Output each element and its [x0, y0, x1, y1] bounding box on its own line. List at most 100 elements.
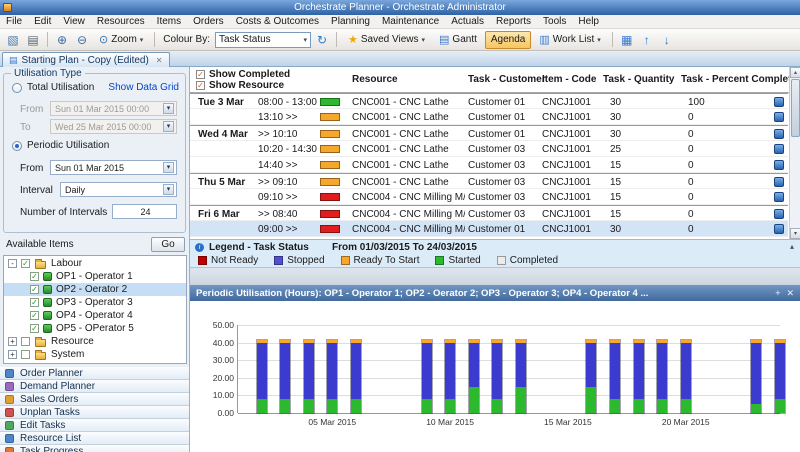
task-row[interactable]: Wed 4 Mar>> 10:10CNC001 - CNC LatheCusto… — [190, 125, 788, 141]
menu-items[interactable]: Items — [151, 15, 187, 28]
task-row[interactable]: Tue 3 Mar08:00 - 13:00CNC001 - CNC Lathe… — [190, 93, 788, 109]
tree-item-op1-operator-1[interactable]: ✓OP1 - Operator 1 — [4, 270, 186, 283]
nav-unplan-tasks[interactable]: Unplan Tasks — [0, 406, 189, 419]
utilisation-bar[interactable] — [681, 340, 691, 413]
print-icon[interactable]: ▤ — [24, 31, 42, 49]
tree-checkbox[interactable]: ✓ — [30, 272, 39, 281]
menu-reports[interactable]: Reports — [490, 15, 537, 28]
layout-icon[interactable]: ▦ — [618, 31, 636, 49]
task-row[interactable]: Fri 6 Mar>> 08:40CNC004 - CNC Milling M/… — [190, 205, 788, 221]
tree-item-resource[interactable]: +Resource — [4, 335, 186, 348]
tree-checkbox[interactable]: ✓ — [21, 259, 30, 268]
total-utilisation-radio[interactable] — [12, 83, 22, 93]
menu-file[interactable]: File — [0, 15, 28, 28]
task-row[interactable]: 09:10 >>CNC004 - CNC Milling M/CCustomer… — [190, 189, 788, 205]
gantt-button[interactable]: ▤Gantt — [433, 31, 483, 49]
chart-close-icon[interactable]: ✕ — [786, 288, 794, 299]
tree-item-op2-oerator-2[interactable]: ✓OP2 - Oerator 2 — [4, 283, 186, 296]
grid-scrollbar[interactable]: ▴ ▾ — [789, 67, 800, 239]
utilisation-bar[interactable] — [775, 340, 785, 413]
collapse-node-icon[interactable]: - — [8, 259, 17, 268]
nav-resource-list[interactable]: Resource List — [0, 432, 189, 445]
interval-select[interactable]: Daily ▾ — [60, 182, 177, 197]
menu-view[interactable]: View — [57, 15, 91, 28]
tree-checkbox[interactable]: ✓ — [30, 285, 39, 294]
refresh-icon[interactable]: ↻ — [313, 31, 331, 49]
zoom-in-icon[interactable]: ⊕ — [53, 31, 71, 49]
utilisation-bar[interactable] — [492, 340, 502, 413]
saved-views-button[interactable]: ★Saved Views▾ — [342, 31, 431, 49]
nav-order-planner[interactable]: Order Planner — [0, 367, 189, 380]
colour-by-select[interactable]: Task Status▾ — [215, 32, 311, 48]
collapse-legend-icon[interactable]: ▴ — [790, 242, 794, 251]
utilisation-bar[interactable] — [445, 340, 455, 413]
dropdown-icon[interactable]: ▾ — [163, 184, 174, 195]
task-row[interactable]: 09:00 >>CNC004 - CNC Milling M/CCustomer… — [190, 221, 788, 237]
column-header-task-customer[interactable]: Task - Customer — [468, 74, 546, 85]
move-up-icon[interactable]: ↑ — [638, 31, 656, 49]
nav-task-progress[interactable]: Task Progress — [0, 445, 189, 452]
utilisation-bar[interactable] — [257, 340, 267, 413]
scroll-up-icon[interactable]: ▴ — [790, 67, 800, 78]
row-detail-icon[interactable] — [774, 160, 784, 170]
scroll-thumb[interactable] — [791, 79, 800, 137]
calendar-dropdown-icon[interactable]: ▾ — [163, 162, 174, 173]
column-header-resource[interactable]: Resource — [352, 74, 398, 85]
menu-edit[interactable]: Edit — [28, 15, 57, 28]
row-detail-icon[interactable] — [774, 177, 784, 187]
tab-close-icon[interactable]: ✕ — [156, 56, 163, 65]
menu-planning[interactable]: Planning — [325, 15, 376, 28]
nav-demand-planner[interactable]: Demand Planner — [0, 380, 189, 393]
tree-checkbox[interactable] — [21, 337, 30, 346]
tree-item-op5-operator-5[interactable]: ✓OP5 - OPerator 5 — [4, 322, 186, 335]
utilisation-bar[interactable] — [657, 340, 667, 413]
task-row[interactable]: 14:40 >>CNC001 - CNC LatheCustomer 03CNC… — [190, 157, 788, 173]
utilisation-bar[interactable] — [586, 340, 596, 413]
task-row[interactable]: Thu 5 Mar>> 09:10CNC001 - CNC LatheCusto… — [190, 173, 788, 189]
splitter[interactable] — [190, 267, 800, 285]
row-detail-icon[interactable] — [774, 129, 784, 139]
tree-checkbox[interactable]: ✓ — [30, 324, 39, 333]
utilisation-bar[interactable] — [610, 340, 620, 413]
show-data-grid-link[interactable]: Show Data Grid — [108, 82, 179, 93]
utilisation-bar[interactable] — [351, 340, 361, 413]
utilisation-bar[interactable] — [634, 340, 644, 413]
row-detail-icon[interactable] — [774, 97, 784, 107]
expand-node-icon[interactable]: + — [8, 350, 17, 359]
menu-actuals[interactable]: Actuals — [445, 15, 490, 28]
utilisation-bar[interactable] — [280, 340, 290, 413]
menu-orders[interactable]: Orders — [187, 15, 230, 28]
utilisation-bar[interactable] — [751, 340, 761, 413]
menu-costs-outcomes[interactable]: Costs & Outcomes — [230, 15, 325, 28]
zoom-out-icon[interactable]: ⊖ — [73, 31, 91, 49]
row-detail-icon[interactable] — [774, 144, 784, 154]
tree-checkbox[interactable]: ✓ — [30, 298, 39, 307]
utilisation-bar[interactable] — [469, 340, 479, 413]
tree-item-system[interactable]: +System — [4, 348, 186, 361]
column-header-item-code[interactable]: Item - Code — [542, 74, 596, 85]
field-chooser-icon[interactable]: ▧ — [4, 31, 22, 49]
scroll-down-icon[interactable]: ▾ — [790, 228, 800, 239]
tab-starting-plan[interactable]: ▤ Starting Plan - Copy (Edited) ✕ — [2, 52, 170, 67]
tree-item-op3-operator-3[interactable]: ✓OP3 - Operator 3 — [4, 296, 186, 309]
utilisation-bar[interactable] — [516, 340, 526, 413]
num-intervals-input[interactable]: 24 — [112, 204, 177, 219]
nav-edit-tasks[interactable]: Edit Tasks — [0, 419, 189, 432]
show-completed-checkbox[interactable]: ✓ — [196, 70, 205, 79]
periodic-from-field[interactable]: Sun 01 Mar 2015 ▾ — [50, 160, 177, 175]
expand-node-icon[interactable]: + — [8, 337, 17, 346]
column-header-task-quantity[interactable]: Task - Quantity — [603, 74, 675, 85]
menu-tools[interactable]: Tools — [537, 15, 572, 28]
tree-item-op4-operator-4[interactable]: ✓OP4 - Operator 4 — [4, 309, 186, 322]
go-button[interactable]: Go — [151, 237, 185, 252]
tree-item-labour[interactable]: -✓Labour — [4, 257, 186, 270]
move-down-icon[interactable]: ↓ — [658, 31, 676, 49]
column-header-task-percent-completed[interactable]: Task - Percent Completed — [681, 74, 800, 85]
utilisation-bar[interactable] — [304, 340, 314, 413]
tree-checkbox[interactable]: ✓ — [30, 311, 39, 320]
pin-icon[interactable]: + — [775, 288, 780, 298]
row-detail-icon[interactable] — [774, 192, 784, 202]
zoom-button[interactable]: ⊙Zoom▾ — [93, 31, 149, 49]
work-list-button[interactable]: ▥Work List▾ — [533, 31, 606, 49]
menu-resources[interactable]: Resources — [91, 15, 151, 28]
